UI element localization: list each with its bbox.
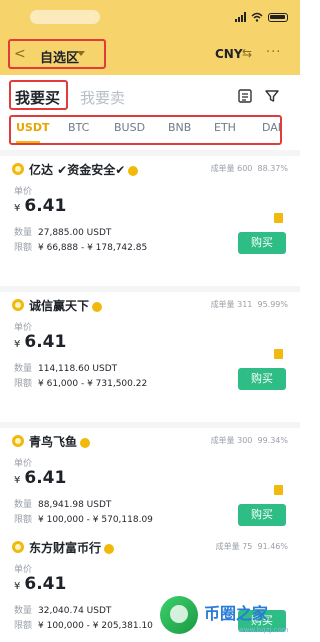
limit-row: 限额 ¥ 61,000 - ¥ 731,500.22 bbox=[14, 379, 148, 389]
coin-tab-dai[interactable]: DAI bbox=[262, 121, 281, 134]
limit-row: 限额 ¥ 100,000 - ¥ 570,118.09 bbox=[14, 515, 153, 525]
buy-button[interactable]: 购买 bbox=[238, 232, 286, 254]
price-value: ¥6.41 bbox=[14, 468, 67, 488]
header-bar: < 自选区 CNY ⇆ ··· bbox=[0, 0, 300, 75]
watermark-url: www.bqzj.com bbox=[238, 626, 289, 634]
buy-button[interactable]: 购买 bbox=[238, 368, 286, 390]
quantity-row: 数量 27,885.00 USDT bbox=[14, 228, 112, 238]
quantity-row: 数量 88,941.98 USDT bbox=[14, 500, 112, 510]
quantity-row: 数量 114,118.60 USDT bbox=[14, 364, 118, 374]
nav-bar: < 自选区 CNY ⇆ ··· bbox=[0, 38, 300, 72]
coin-tab-eth[interactable]: ETH bbox=[214, 121, 236, 134]
limit-row: 限额 ¥ 66,888 - ¥ 178,742.85 bbox=[14, 243, 148, 253]
more-icon[interactable]: ··· bbox=[266, 45, 281, 60]
merchant-avatar bbox=[12, 435, 24, 447]
filter-icon[interactable] bbox=[264, 88, 280, 104]
watermark-logo-icon bbox=[160, 596, 198, 634]
battery-icon bbox=[268, 12, 288, 22]
price-value: ¥6.41 bbox=[14, 196, 67, 216]
verified-badge-icon bbox=[128, 165, 139, 176]
coin-tabs: USDT BTC BUSD BNB ETH DAI bbox=[0, 115, 300, 145]
signal-icon bbox=[235, 12, 246, 22]
coin-tab-btc[interactable]: BTC bbox=[68, 121, 89, 134]
swap-icon[interactable]: ⇆ bbox=[242, 46, 252, 60]
merchant-name[interactable]: 诚信赢天下 bbox=[29, 297, 103, 314]
coin-tab-bnb[interactable]: BNB bbox=[168, 121, 191, 134]
verified-badge-icon bbox=[80, 437, 91, 448]
offer-card: 诚信赢天下 成单量 311 95.99% 单价 ¥6.41 数量 114,118.… bbox=[0, 292, 300, 428]
merchant-name[interactable]: 亿达 ✔资金安全✔ bbox=[29, 161, 139, 178]
price-value: ¥6.41 bbox=[14, 332, 67, 352]
wifi-icon bbox=[251, 12, 263, 22]
back-arrow-icon[interactable]: < bbox=[14, 46, 26, 62]
watermark-text: 币圈之家 bbox=[204, 604, 269, 623]
merchant-name[interactable]: 东方财富币行 bbox=[29, 539, 115, 556]
buy-button[interactable]: 购买 bbox=[238, 504, 286, 526]
page-title[interactable]: 自选区 bbox=[40, 47, 79, 66]
payment-method-icon bbox=[274, 213, 283, 223]
merchant-avatar bbox=[12, 163, 24, 175]
merchant-stats: 成单量 311 95.99% bbox=[210, 300, 288, 309]
coin-tab-usdt[interactable]: USDT bbox=[16, 121, 50, 134]
status-bar bbox=[0, 0, 300, 38]
verified-badge-icon bbox=[104, 543, 115, 554]
trade-tabs: 我要买 我要卖 bbox=[0, 75, 300, 117]
payment-method-icon bbox=[274, 485, 283, 495]
merchant-stats: 成单量 75 91.46% bbox=[215, 542, 288, 551]
merchant-avatar bbox=[12, 299, 24, 311]
offer-card: 亿达 ✔资金安全✔ 成单量 600 88.37% 单价 ¥6.41 数量 27,8… bbox=[0, 156, 300, 292]
merchant-stats: 成单量 300 99.34% bbox=[210, 436, 288, 445]
tab-sell[interactable]: 我要卖 bbox=[80, 87, 125, 108]
limit-row: 限额 ¥ 100,000 - ¥ 205,381.10 bbox=[14, 621, 153, 631]
status-time-blurred bbox=[30, 10, 100, 24]
price-value: ¥6.41 bbox=[14, 574, 67, 594]
merchant-stats: 成单量 600 88.37% bbox=[210, 164, 288, 173]
merchant-name[interactable]: 青鸟飞鱼 bbox=[29, 433, 91, 450]
active-tab-underline bbox=[16, 141, 40, 143]
tab-buy[interactable]: 我要买 bbox=[15, 87, 60, 108]
status-icons bbox=[235, 12, 288, 22]
watermark: 币圈之家 www.bqzj.com bbox=[152, 596, 300, 642]
merchant-avatar bbox=[12, 541, 24, 553]
chevron-down-icon[interactable] bbox=[77, 51, 85, 56]
payment-method-icon bbox=[274, 349, 283, 359]
quantity-row: 数量 32,040.74 USDT bbox=[14, 606, 112, 616]
order-list-icon[interactable] bbox=[237, 88, 253, 104]
verified-badge-icon bbox=[92, 301, 103, 312]
currency-selector[interactable]: CNY bbox=[215, 47, 243, 61]
coin-tab-busd[interactable]: BUSD bbox=[114, 121, 145, 134]
